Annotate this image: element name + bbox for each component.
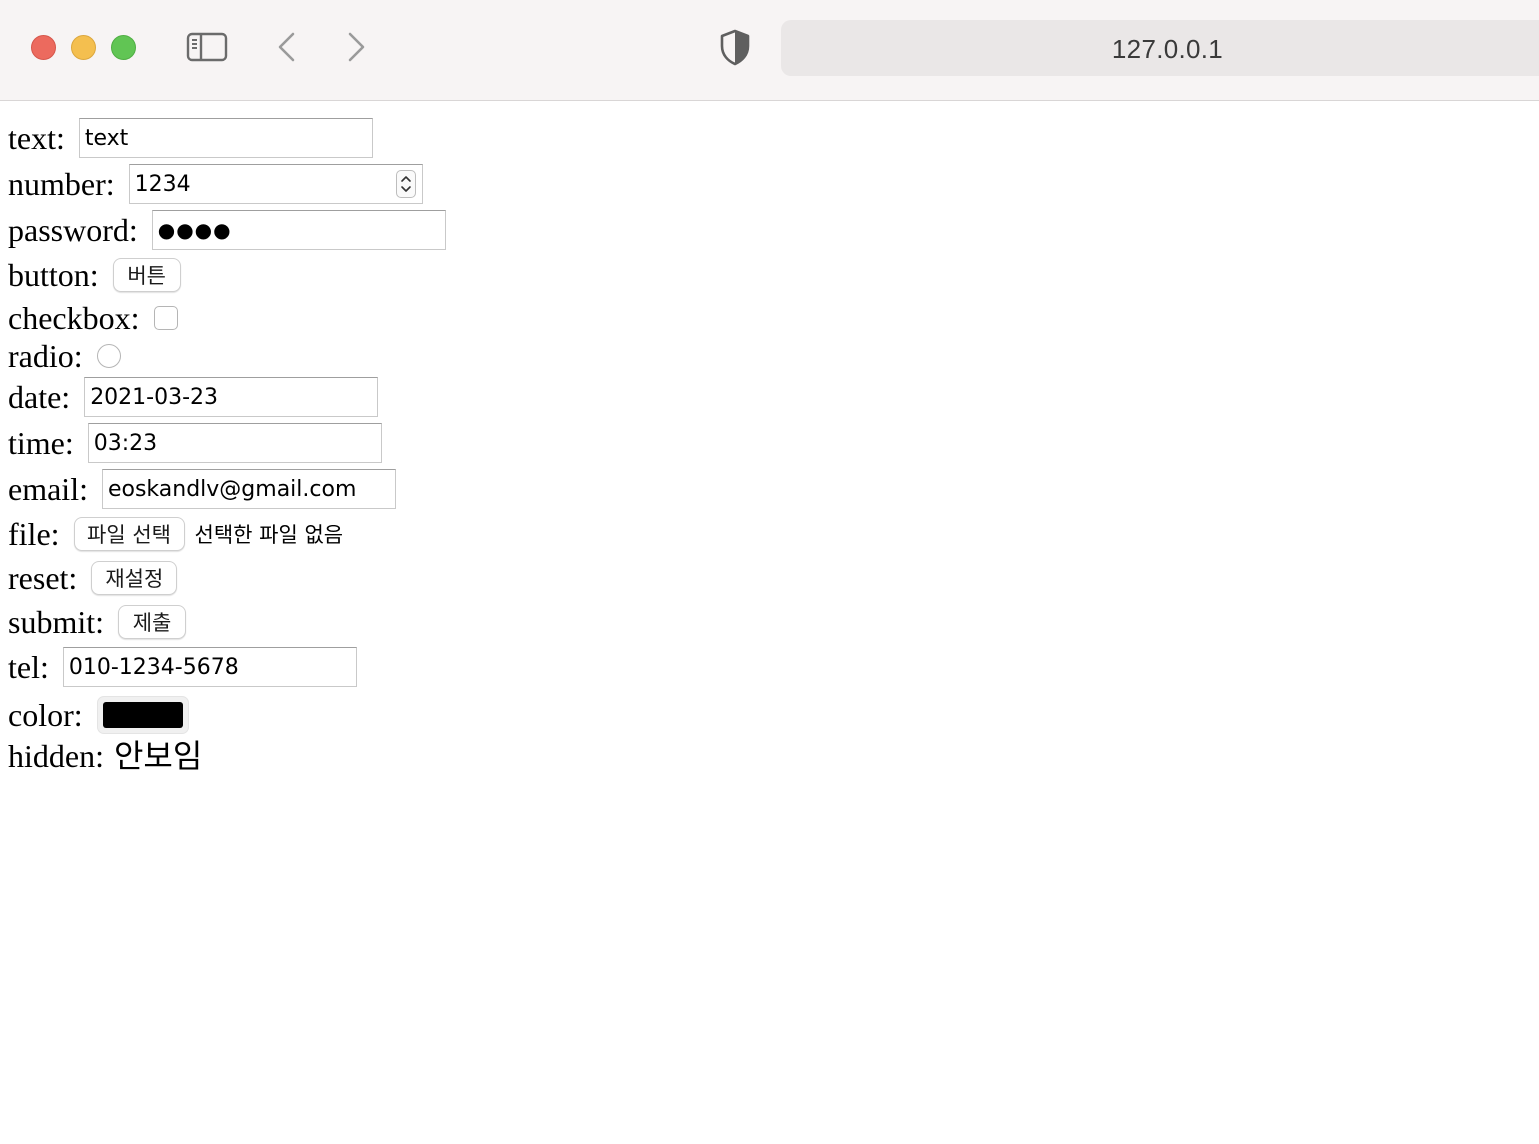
address-bar[interactable]: 127.0.0.1 bbox=[781, 20, 1539, 76]
radio-label: radio: bbox=[8, 338, 83, 374]
button-label: button: bbox=[8, 257, 99, 293]
number-row: number: 1234 bbox=[8, 164, 423, 204]
file-status-text: 선택한 파일 없음 bbox=[194, 523, 344, 547]
hidden-row: hidden: 안보임 bbox=[8, 738, 202, 774]
reset-row: reset: 재설정 bbox=[8, 560, 178, 596]
tel-label: tel: bbox=[8, 649, 49, 685]
password-input[interactable]: ●●●● bbox=[151, 210, 446, 250]
checkbox-row: checkbox: bbox=[8, 300, 178, 336]
checkbox-input[interactable] bbox=[153, 306, 178, 330]
address-bar-url: 127.0.0.1 bbox=[1111, 34, 1224, 64]
password-row: password: ●●●● bbox=[8, 210, 446, 250]
radio-input[interactable] bbox=[96, 344, 121, 368]
time-input[interactable]: 03:23 bbox=[87, 423, 382, 463]
file-row: file: 파일 선택 선택한 파일 없음 bbox=[8, 516, 343, 552]
time-row: time: 03:23 bbox=[8, 423, 382, 463]
email-row: email: eoskandlv@gmail.com bbox=[8, 469, 396, 509]
file-label: file: bbox=[8, 516, 60, 552]
password-input-value: ●●●● bbox=[157, 218, 232, 242]
radio-row: radio: bbox=[8, 338, 121, 374]
sidebar-icon[interactable] bbox=[186, 30, 228, 64]
time-input-value: 03:23 bbox=[93, 430, 158, 456]
date-label: date: bbox=[8, 379, 71, 415]
hidden-label: hidden: bbox=[8, 738, 104, 774]
button-row: button: 버튼 bbox=[8, 257, 181, 293]
email-label: email: bbox=[8, 471, 88, 507]
text-input[interactable]: text bbox=[78, 118, 373, 158]
number-stepper[interactable] bbox=[395, 170, 416, 198]
file-choose-button[interactable]: 파일 선택 bbox=[73, 517, 185, 551]
chevron-left-icon[interactable] bbox=[272, 30, 302, 64]
hidden-text: 안보임 bbox=[113, 737, 203, 775]
close-window-button[interactable] bbox=[31, 35, 56, 60]
submit-row: submit: 제출 bbox=[8, 604, 187, 640]
checkbox-label: checkbox: bbox=[8, 300, 140, 336]
chevron-right-icon[interactable] bbox=[341, 30, 371, 64]
color-label: color: bbox=[8, 697, 83, 733]
submit-label: submit: bbox=[8, 604, 105, 640]
color-row: color: bbox=[8, 696, 189, 734]
reset-label: reset: bbox=[8, 560, 78, 596]
text-input-value: text bbox=[84, 125, 129, 151]
password-label: password: bbox=[8, 212, 138, 248]
tel-row: tel: 010-1234-5678 bbox=[8, 647, 357, 687]
number-input[interactable]: 1234 bbox=[128, 164, 423, 204]
color-swatch bbox=[102, 702, 183, 728]
time-label: time: bbox=[8, 425, 74, 461]
reset-button[interactable]: 재설정 bbox=[91, 561, 178, 595]
shield-icon[interactable] bbox=[718, 28, 752, 66]
minimize-window-button[interactable] bbox=[71, 35, 96, 60]
color-picker[interactable] bbox=[96, 696, 189, 734]
browser-toolbar: 127.0.0.1 bbox=[0, 0, 1539, 101]
tel-input[interactable]: 010-1234-5678 bbox=[62, 647, 357, 687]
date-input[interactable]: 2021-03-23 bbox=[84, 377, 379, 417]
korean-button[interactable]: 버튼 bbox=[112, 258, 181, 292]
number-label: number: bbox=[8, 166, 115, 202]
email-input-value: eoskandlv@gmail.com bbox=[107, 476, 357, 502]
date-row: date: 2021-03-23 bbox=[8, 377, 379, 417]
text-label: text: bbox=[8, 120, 65, 156]
email-input[interactable]: eoskandlv@gmail.com bbox=[101, 469, 396, 509]
zoom-window-button[interactable] bbox=[111, 35, 136, 60]
text-row: text: text bbox=[8, 118, 373, 158]
submit-button[interactable]: 제출 bbox=[118, 605, 187, 639]
number-input-value: 1234 bbox=[134, 171, 191, 197]
date-input-value: 2021-03-23 bbox=[90, 384, 219, 410]
tel-input-value: 010-1234-5678 bbox=[68, 654, 239, 680]
